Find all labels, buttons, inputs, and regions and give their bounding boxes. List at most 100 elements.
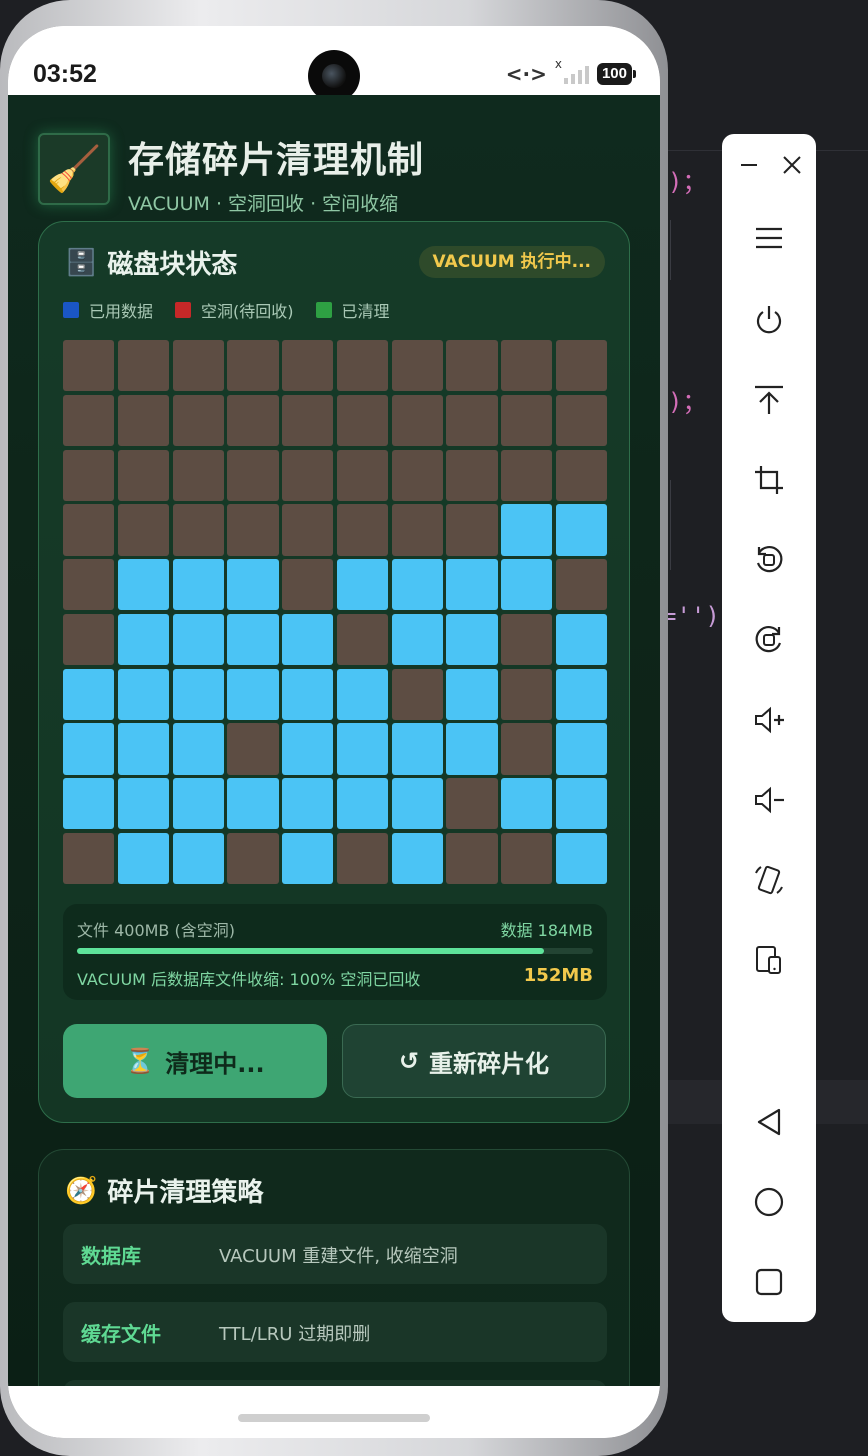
overview-icon[interactable]	[722, 1254, 816, 1310]
disk-block-used	[117, 778, 169, 830]
legend-swatch-cleaned	[315, 302, 332, 318]
legend-item-used: 已用数据	[63, 298, 153, 322]
disk-block-hole	[501, 340, 553, 392]
disk-block-hole	[501, 449, 553, 501]
disk-block-hole	[391, 340, 443, 392]
vacuum-result-text: VACUUM 后数据库文件收缩: 100% 空洞已回收	[77, 970, 421, 989]
disk-block-hole	[227, 340, 279, 392]
disk-block-hole	[172, 340, 224, 392]
volume-up-icon[interactable]	[722, 692, 816, 748]
disk-block-hole	[227, 504, 279, 556]
cleaning-button[interactable]: ⏳ 清理中...	[63, 1024, 327, 1098]
gesture-bar-area	[8, 1386, 660, 1438]
close-icon[interactable]	[772, 148, 812, 182]
disk-block-used	[117, 723, 169, 775]
disk-block-card: 🗄️ 磁盘块状态 VACUUM 执行中... 已用数据 空洞(待回收) 已清理 …	[38, 221, 630, 1123]
disk-block-used	[501, 559, 553, 611]
legend: 已用数据 空洞(待回收) 已清理	[63, 298, 390, 322]
disk-block-used	[391, 833, 443, 885]
disk-block-hole	[63, 449, 115, 501]
disk-block-hole	[391, 394, 443, 446]
volume-down-icon[interactable]	[722, 772, 816, 828]
refragment-button[interactable]: ↺ 重新碎片化	[342, 1024, 606, 1098]
disk-block-used	[63, 778, 115, 830]
strategy-row: 数据库 VACUUM 重建文件, 收缩空洞	[63, 1224, 607, 1284]
disk-block-used	[63, 723, 115, 775]
file-size-label: 文件 400MB (含空洞)	[77, 921, 235, 940]
disk-block-used	[117, 668, 169, 720]
rotate-left-icon[interactable]	[722, 532, 816, 588]
phone-frame: 03:52 <·> x 100 🧹 存储碎片清理机制 VACUUM · 空洞回收…	[0, 0, 668, 1456]
legend-swatch-hole	[175, 302, 192, 318]
disk-block-hole	[501, 833, 553, 885]
editor-indent-guide	[670, 220, 671, 280]
disk-block-used	[446, 668, 498, 720]
disk-block-hole	[63, 833, 115, 885]
disk-block-hole	[227, 449, 279, 501]
rotate-device-icon[interactable]	[722, 852, 816, 908]
disk-block-hole	[336, 394, 389, 446]
disk-block-hole	[556, 394, 608, 446]
disk-card-title: 磁盘块状态	[107, 250, 238, 280]
vacuum-result-size: 152MB	[523, 965, 593, 986]
disk-block-used	[556, 668, 608, 720]
disk-block-hole	[63, 613, 115, 666]
cleaning-button-label: 清理中...	[165, 1049, 265, 1078]
disk-block-used	[336, 778, 389, 830]
disk-block-hole	[63, 504, 115, 556]
disk-block-used	[446, 613, 498, 666]
app-content[interactable]: 🧹 存储碎片清理机制 VACUUM · 空洞回收 · 空间收缩 🗄️ 磁盘块状态…	[8, 95, 660, 1386]
disk-block-used	[227, 613, 279, 666]
disk-block-hole	[282, 394, 334, 446]
disk-block-hole	[63, 340, 115, 392]
disk-block-used	[172, 833, 224, 885]
disk-block-used	[227, 668, 279, 720]
status-icons: <·> x 100	[506, 57, 637, 86]
strategy-value: TTL/LRU 过期即删	[219, 1324, 371, 1345]
legend-item-cleaned: 已清理	[315, 298, 390, 322]
disk-block-used	[282, 613, 334, 666]
minimize-icon[interactable]	[730, 148, 770, 182]
disk-block-used	[556, 723, 608, 775]
crop-icon[interactable]	[722, 452, 816, 508]
strategy-key: 缓存文件	[81, 1322, 161, 1346]
disk-block-hole	[227, 833, 279, 885]
menu-icon[interactable]	[722, 210, 816, 266]
disk-block-used	[556, 504, 608, 556]
disk-block-hole	[117, 340, 169, 392]
disk-block-hole	[282, 504, 334, 556]
storage-stats: 文件 400MB (含空洞) 数据 184MB VACUUM 后数据库文件收缩:…	[63, 904, 607, 1000]
back-icon[interactable]	[722, 1094, 816, 1150]
no-signal-x-icon: x	[554, 57, 562, 71]
disk-block-hole	[336, 449, 389, 501]
disk-block-used	[172, 613, 224, 666]
disk-block-used	[227, 559, 279, 611]
home-icon[interactable]	[722, 1174, 816, 1230]
disk-block-used	[282, 778, 334, 830]
disk-block-hole	[556, 559, 608, 611]
disk-block-hole	[336, 504, 389, 556]
scroll-to-top-icon[interactable]	[722, 372, 816, 428]
disk-block-hole	[446, 504, 498, 556]
rotate-right-icon[interactable]	[722, 612, 816, 668]
strategy-value: VACUUM 重建文件, 收缩空洞	[219, 1246, 458, 1267]
disk-block-hole	[172, 504, 224, 556]
strategy-key: 数据库	[81, 1244, 141, 1268]
power-icon[interactable]	[722, 292, 816, 348]
legend-label: 已用数据	[89, 302, 154, 321]
disk-block-hole	[501, 613, 553, 666]
disk-block-used	[501, 778, 553, 830]
disk-block-hole	[501, 394, 553, 446]
disk-block-hole	[391, 449, 443, 501]
home-indicator[interactable]	[238, 1414, 430, 1422]
disk-block-hole	[172, 449, 224, 501]
fold-device-icon[interactable]	[722, 932, 816, 988]
disk-block-used	[501, 504, 553, 556]
refragment-button-label: 重新碎片化	[429, 1049, 550, 1078]
progress-track	[77, 948, 593, 954]
disk-block-hole	[172, 394, 224, 446]
strategy-card: 🧭 碎片清理策略 数据库 VACUUM 重建文件, 收缩空洞 缓存文件 TTL/…	[38, 1149, 630, 1386]
disk-block-hole	[63, 394, 115, 446]
page-subtitle: VACUUM · 空洞回收 · 空间收缩	[128, 193, 399, 215]
data-size-label: 数据 184MB	[500, 921, 593, 940]
